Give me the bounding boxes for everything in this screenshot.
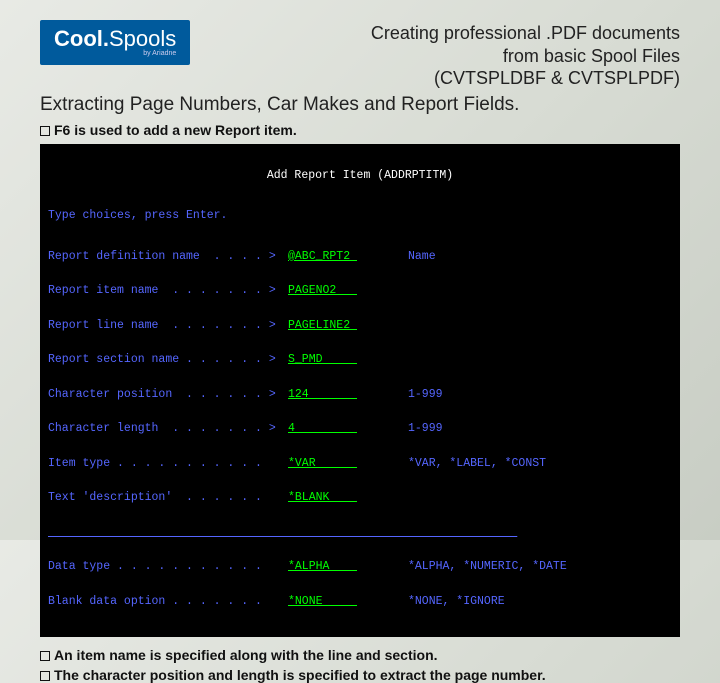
terminal-instruction: Type choices, press Enter.: [48, 207, 672, 224]
terminal-row: Blank data option . . . . . . . *NONE *N…: [48, 593, 672, 610]
terminal-row: Report line name . . . . . . . >PAGELINE…: [48, 317, 672, 334]
bullet-2-text: The character position and length is spe…: [54, 667, 546, 683]
logo-subtext: by Ariadne: [54, 50, 176, 57]
bullet-1-text: An item name is specified along with the…: [54, 647, 438, 663]
terminal-row: Data type . . . . . . . . . . . *ALPHA *…: [48, 558, 672, 575]
terminal-separator: [48, 524, 672, 541]
logo-part2: Spools: [109, 26, 176, 51]
bullet-2: The character position and length is spe…: [40, 667, 680, 683]
title-line1: Creating professional .PDF documents: [190, 22, 680, 45]
bullet-box-icon: [40, 651, 50, 661]
logo: Cool.Spools by Ariadne: [40, 20, 190, 65]
terminal-screenshot: Add Report Item (ADDRPTITM) Type choices…: [40, 144, 680, 638]
title-line2: from basic Spool Files: [190, 45, 680, 68]
logo-part1: Cool.: [54, 26, 109, 51]
terminal-row: Report definition name . . . . >@ABC_RPT…: [48, 248, 672, 265]
bullet-box-icon: [40, 671, 50, 681]
terminal-row: Item type . . . . . . . . . . . *VAR *VA…: [48, 455, 672, 472]
terminal-title: Add Report Item (ADDRPTITM): [48, 167, 672, 184]
title-line3: (CVTSPLDBF & CVTSPLPDF): [190, 67, 680, 90]
terminal-row: Report item name . . . . . . . >PAGENO2: [48, 282, 672, 299]
title-block: Creating professional .PDF documents fro…: [190, 20, 680, 90]
bullet-1: An item name is specified along with the…: [40, 647, 680, 663]
bullet-top-text: F6 is used to add a new Report item.: [54, 122, 297, 138]
subtitle: Extracting Page Numbers, Car Makes and R…: [40, 94, 680, 116]
bullet-top: F6 is used to add a new Report item.: [40, 122, 680, 138]
bullet-box-icon: [40, 126, 50, 136]
header: Cool.Spools by Ariadne Creating professi…: [40, 20, 680, 90]
terminal-row: Character length . . . . . . . >4 1-999: [48, 420, 672, 437]
terminal-row: Report section name . . . . . . >S_PMD: [48, 351, 672, 368]
terminal-row: Character position . . . . . . >124 1-99…: [48, 386, 672, 403]
terminal-row: Text 'description' . . . . . . *BLANK: [48, 489, 672, 506]
